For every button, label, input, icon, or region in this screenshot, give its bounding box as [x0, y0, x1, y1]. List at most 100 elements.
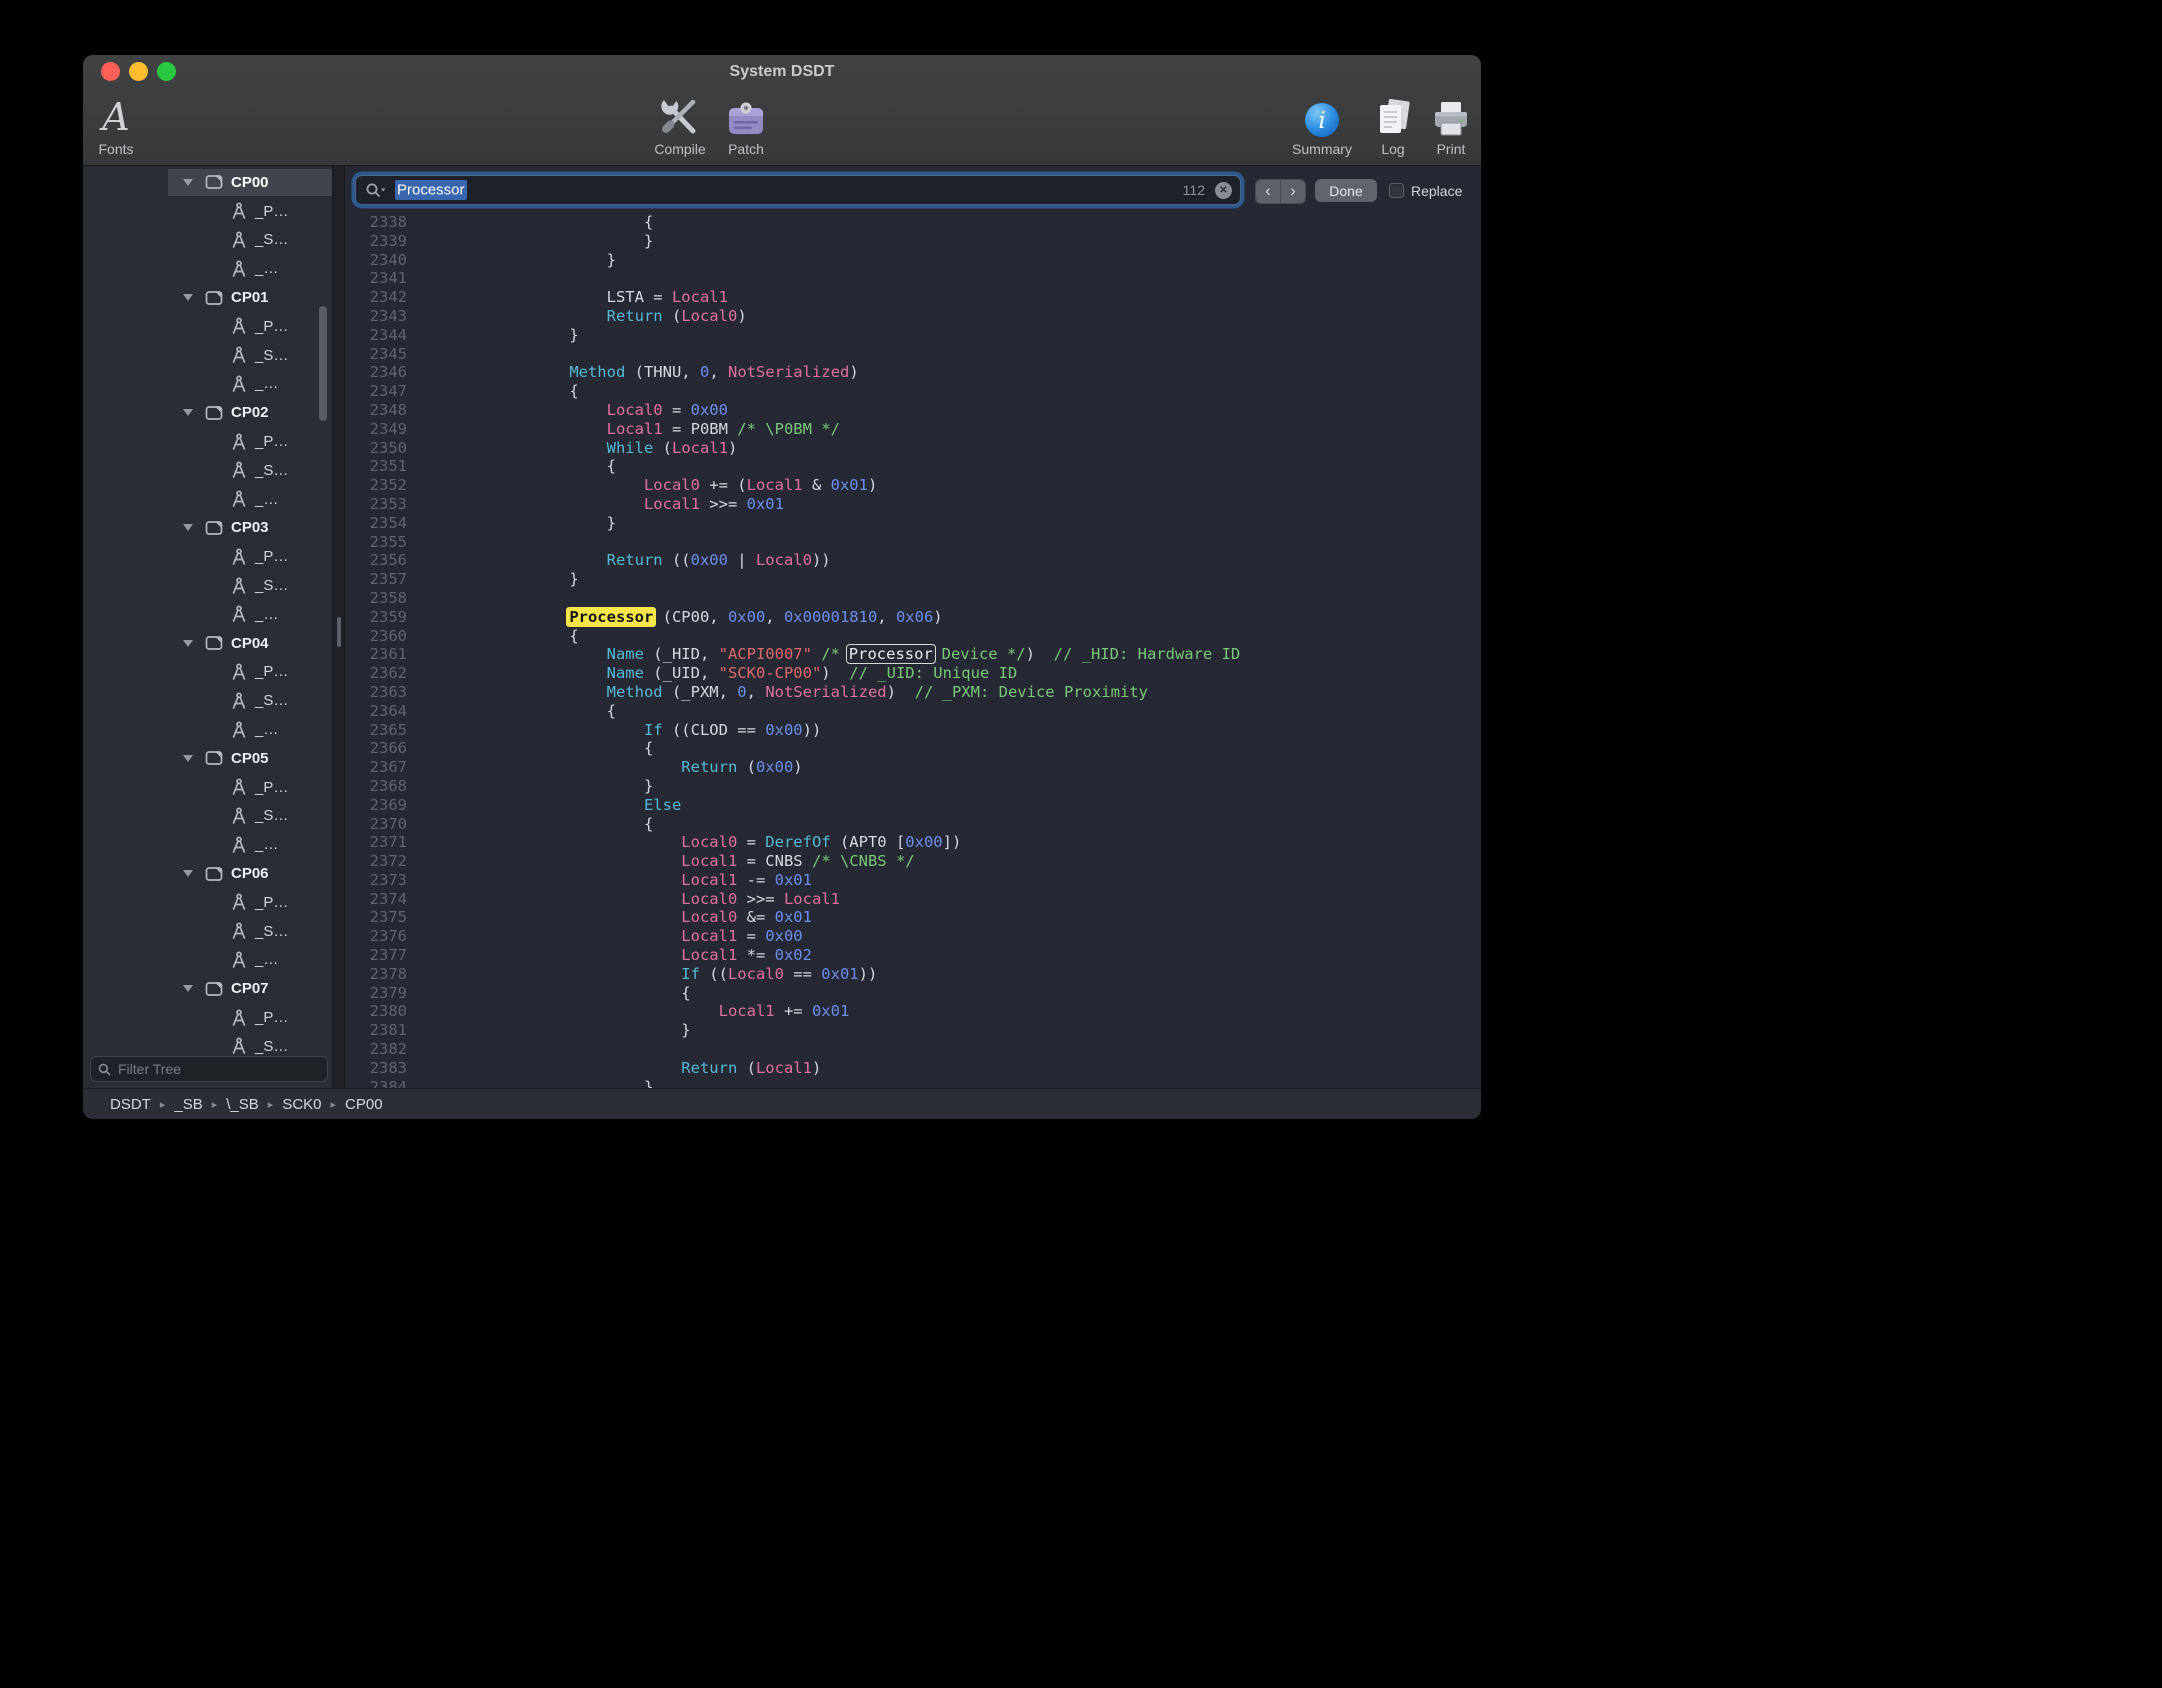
tree-item-label: _S…: [255, 231, 288, 248]
print-toolbar-button[interactable]: Print: [1425, 91, 1477, 157]
code-text: Local1 *= 0x02: [420, 946, 812, 965]
tree-item-child[interactable]: _…: [83, 830, 332, 859]
line-number: 2366: [345, 739, 407, 758]
tree-item-child[interactable]: _S…: [83, 917, 332, 946]
find-next-button[interactable]: ›: [1281, 180, 1305, 203]
line-number: 2359: [345, 608, 407, 627]
code-text: }: [420, 570, 579, 589]
tree-item-cp01[interactable]: CP01: [83, 283, 332, 312]
tree-item-cp07[interactable]: CP07: [83, 974, 332, 1003]
tree-item-cp03[interactable]: CP03: [83, 514, 332, 543]
tree-item-child[interactable]: _S…: [83, 571, 332, 600]
tree-item-cp04[interactable]: CP04: [83, 629, 332, 658]
tree-item-child[interactable]: _P…: [83, 888, 332, 917]
breadcrumb-item[interactable]: CP00: [345, 1096, 383, 1113]
tree-item-label: _S…: [255, 462, 288, 479]
patch-toolbar-button[interactable]: Patch: [706, 91, 786, 157]
code-line: 2379 {: [345, 984, 1481, 1003]
clear-search-button[interactable]: ✕: [1215, 182, 1232, 199]
tree-item-child[interactable]: _S…: [83, 1032, 332, 1058]
tree-item-cp02[interactable]: CP02: [83, 398, 332, 427]
fonts-icon: A: [102, 91, 129, 139]
sidebar: CP00_P…_S…_…CP01_P…_S…_…CP02_P…_S…_…CP03…: [83, 166, 332, 1088]
find-previous-button[interactable]: ‹: [1256, 180, 1281, 203]
line-number: 2363: [345, 683, 407, 702]
disclosure-triangle-icon[interactable]: [183, 640, 193, 647]
breadcrumb-item[interactable]: SCK0: [282, 1096, 321, 1113]
disclosure-triangle-icon[interactable]: [183, 409, 193, 416]
tree-item-cp05[interactable]: CP05: [83, 744, 332, 773]
code-line: 2376 Local1 = 0x00: [345, 927, 1481, 946]
disclosure-triangle-icon[interactable]: [183, 524, 193, 531]
scope-icon: [205, 750, 223, 766]
tree-item-child[interactable]: _P…: [83, 427, 332, 456]
tree-item-child[interactable]: _…: [83, 715, 332, 744]
tree-item-child[interactable]: _S…: [83, 226, 332, 255]
line-number: 2346: [345, 363, 407, 382]
code-text: Else: [420, 796, 681, 815]
tree-item-cp06[interactable]: CP06: [83, 859, 332, 888]
tree-item-child[interactable]: _P…: [83, 197, 332, 226]
breadcrumb-separator-icon: ▸: [331, 1098, 337, 1111]
fonts-toolbar-button[interactable]: A Fonts: [87, 91, 145, 157]
log-toolbar-button[interactable]: Log: [1369, 91, 1417, 157]
tree-item-child[interactable]: _P…: [83, 542, 332, 571]
search-menu-icon[interactable]: [365, 182, 388, 198]
line-number: 2370: [345, 815, 407, 834]
tree-item-child[interactable]: _S…: [83, 341, 332, 370]
tree-item-child[interactable]: _…: [83, 370, 332, 399]
disclosure-triangle-icon[interactable]: [183, 294, 193, 301]
tree-item-label: CP00: [231, 174, 269, 191]
tree-item-child[interactable]: _…: [83, 600, 332, 629]
tree-item-child[interactable]: _P…: [83, 1003, 332, 1032]
split-divider[interactable]: [332, 166, 345, 1088]
line-number: 2367: [345, 758, 407, 777]
summary-toolbar-button[interactable]: i Summary: [1278, 91, 1366, 157]
line-number: 2364: [345, 702, 407, 721]
tree-item-child[interactable]: _S…: [83, 802, 332, 831]
tree-item-child[interactable]: _…: [83, 946, 332, 975]
filter-tree-input[interactable]: [116, 1060, 320, 1078]
code-line: 2384 }: [345, 1078, 1481, 1088]
method-icon: [231, 231, 247, 249]
line-number: 2344: [345, 326, 407, 345]
disclosure-triangle-icon[interactable]: [183, 755, 193, 762]
line-number: 2353: [345, 495, 407, 514]
breadcrumb-item[interactable]: _SB: [174, 1096, 202, 1113]
disclosure-triangle-icon[interactable]: [183, 870, 193, 877]
tree-item-child[interactable]: _S…: [83, 686, 332, 715]
code-text: Return (0x00): [420, 758, 803, 777]
code-line: 2344 }: [345, 326, 1481, 345]
breadcrumb-item[interactable]: DSDT: [110, 1096, 151, 1113]
tree-item-child[interactable]: _P…: [83, 773, 332, 802]
find-field[interactable]: Processor 112 ✕: [355, 175, 1241, 205]
sidebar-scrollbar[interactable]: [319, 306, 327, 421]
breadcrumb-separator-icon: ▸: [268, 1098, 274, 1111]
code-text: Local0 += (Local1 & 0x01): [420, 476, 877, 495]
tree-item-child[interactable]: _S…: [83, 456, 332, 485]
code-text: Return (Local1): [420, 1059, 821, 1078]
replace-checkbox[interactable]: [1389, 183, 1404, 198]
code-text: {: [420, 457, 616, 476]
tree-item-child[interactable]: _…: [83, 485, 332, 514]
tree-item-child[interactable]: _P…: [83, 312, 332, 341]
line-number: 2368: [345, 777, 407, 796]
disclosure-triangle-icon[interactable]: [183, 179, 193, 186]
code-line: 2355: [345, 533, 1481, 552]
code-editor[interactable]: 2338 {2339 }2340 }23412342 LSTA = Local1…: [345, 213, 1481, 1088]
code-line: 2357 }: [345, 570, 1481, 589]
breadcrumb-item[interactable]: \_SB: [226, 1096, 259, 1113]
tree-item-cp00[interactable]: CP00: [83, 168, 332, 197]
line-number: 2348: [345, 401, 407, 420]
tree-item-child[interactable]: _P…: [83, 658, 332, 687]
disclosure-triangle-icon[interactable]: [183, 985, 193, 992]
compile-tools-icon: [657, 91, 703, 139]
line-number: 2358: [345, 589, 407, 608]
line-number: 2355: [345, 533, 407, 552]
tree-item-child[interactable]: _…: [83, 254, 332, 283]
filter-tree-field[interactable]: [90, 1056, 328, 1082]
line-number: 2345: [345, 345, 407, 364]
line-number: 2383: [345, 1059, 407, 1078]
done-button[interactable]: Done: [1315, 179, 1377, 202]
divider-handle-icon[interactable]: [337, 617, 341, 647]
